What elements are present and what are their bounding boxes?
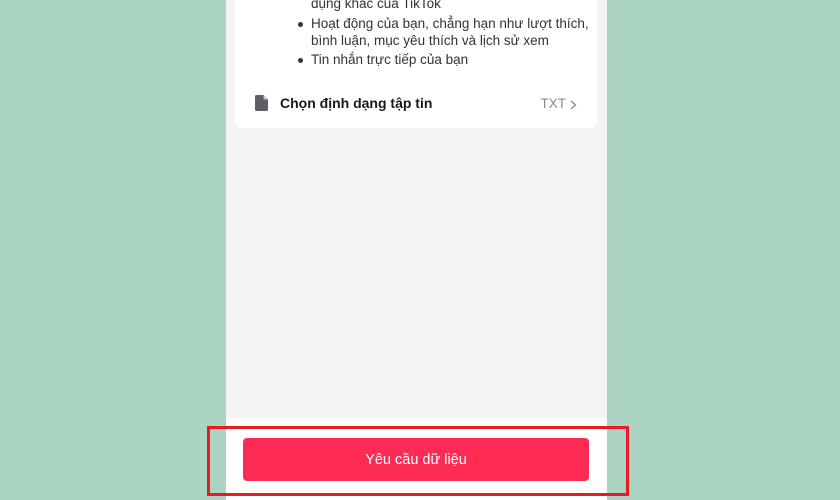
file-icon xyxy=(255,95,268,111)
chevron-right-icon xyxy=(570,98,577,110)
phone-screen: dụng khác của TikTok Hoạt động của bạn, … xyxy=(226,0,607,500)
file-format-label: Chọn định dạng tập tin xyxy=(280,95,433,111)
bottom-action-bar: Yêu cầu dữ liệu xyxy=(226,418,607,500)
data-list: dụng khác của TikTok Hoạt động của bạn, … xyxy=(298,0,601,68)
list-item-activity: Hoạt động của bạn, chẳng hạn như lượt th… xyxy=(298,15,601,49)
request-data-button[interactable]: Yêu cầu dữ liệu xyxy=(243,438,589,481)
file-format-value[interactable]: TXT xyxy=(541,96,578,111)
list-item-continuation: dụng khác của TikTok xyxy=(311,0,441,11)
file-format-row[interactable]: Chọn định dạng tập tin TXT xyxy=(255,92,577,114)
file-format-value-text: TXT xyxy=(540,95,567,111)
data-details-card: dụng khác của TikTok Hoạt động của bạn, … xyxy=(235,0,597,128)
list-item-messages: Tin nhắn trực tiếp của bạn xyxy=(298,51,601,68)
